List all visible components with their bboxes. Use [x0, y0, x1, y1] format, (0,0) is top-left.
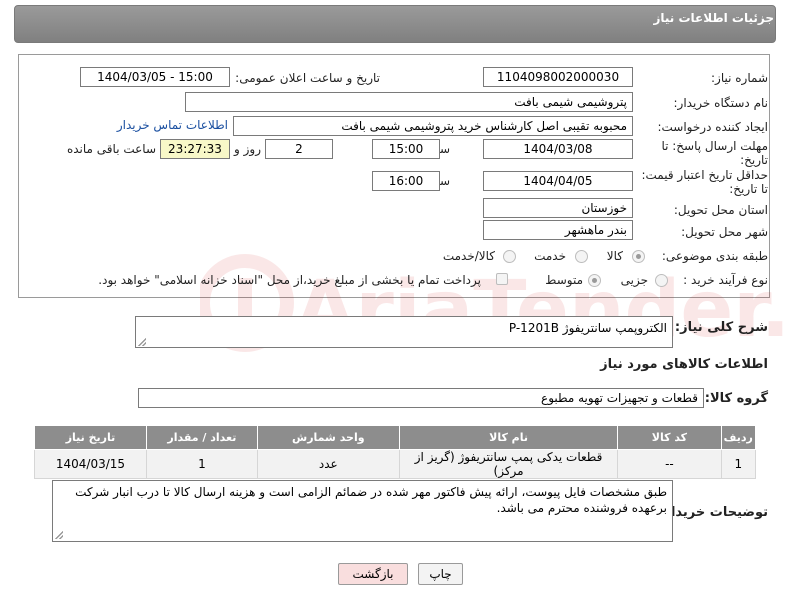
- goods-info-title: اطلاعات کالاهای مورد نیاز: [600, 357, 768, 372]
- creator-label: ایجاد کننده درخواست:: [657, 120, 768, 134]
- description-field: الکتروپمپ سانتریفوژ P-1201B: [135, 316, 673, 348]
- deadline-label-date: تاریخ:: [740, 153, 768, 167]
- col-name: نام کالا: [398, 425, 619, 450]
- process-medium-radio[interactable]: [588, 274, 601, 287]
- items-table: ردیف کد کالا نام کالا واحد شمارش تعداد /…: [34, 425, 757, 479]
- treasury-payment-checkbox[interactable]: [496, 273, 508, 285]
- category-goods-radio[interactable]: [632, 250, 645, 263]
- province-field: خوزستان: [483, 198, 633, 218]
- category-label: طبقه بندی موضوعی:: [661, 249, 768, 263]
- validity-time-field: 16:00: [372, 171, 440, 191]
- items-table-wrap: ردیف کد کالا نام کالا واحد شمارش تعداد /…: [34, 425, 757, 479]
- validity-label: حداقل تاریخ اعتبار قیمت:: [641, 168, 768, 182]
- col-date: تاریخ نیاز: [34, 425, 147, 450]
- page-title: جزئیات اطلاعات نیاز: [653, 11, 774, 25]
- validity-date-field: 1404/04/05: [483, 171, 633, 191]
- process-partial-radio[interactable]: [655, 274, 668, 287]
- print-button[interactable]: چاپ: [418, 563, 463, 585]
- category-service-radio[interactable]: [575, 250, 588, 263]
- resize-handle-icon[interactable]: [138, 338, 146, 346]
- remaining-time-label: ساعت باقی مانده: [66, 142, 156, 156]
- goods-group-field: قطعات و تجهیزات تهویه مطبوع: [138, 388, 704, 408]
- cell-unit: عدد: [256, 449, 400, 479]
- remaining-time-field: 23:27:33: [160, 139, 230, 159]
- table-row: 1 -- قطعات یدکی پمپ سانتریفوژ (گریز از م…: [34, 449, 757, 479]
- description-label: شرح کلی نیاز:: [674, 320, 768, 335]
- need-number-field: 1104098002000030: [483, 67, 633, 87]
- days-remaining-field: 2: [265, 139, 333, 159]
- cell-date: 1404/03/15: [34, 449, 147, 479]
- province-label: استان محل تحویل:: [673, 203, 768, 217]
- buyer-notes-text: طبق مشخصات فایل پیوست، ارائه پیش فاکتور …: [75, 485, 667, 515]
- announce-field: 1404/03/05 - 15:00: [80, 67, 230, 87]
- city-field: بندر ماهشهر: [483, 220, 633, 240]
- buyer-contact-link[interactable]: اطلاعات تماس خریدار: [117, 118, 228, 132]
- resize-handle-icon[interactable]: [55, 531, 63, 539]
- col-code: کد کالا: [617, 425, 722, 450]
- col-row: ردیف: [720, 425, 757, 450]
- description-text: الکتروپمپ سانتریفوژ P-1201B: [508, 321, 667, 335]
- days-label: روز و: [234, 142, 261, 156]
- city-label: شهر محل تحویل:: [681, 225, 768, 239]
- buyer-org-field: پتروشیمی شیمی بافت: [185, 92, 633, 112]
- buyer-org-label: نام دستگاه خریدار:: [673, 96, 769, 110]
- col-unit: واحد شمارش: [256, 425, 400, 450]
- deadline-date-field: 1404/03/08: [483, 139, 633, 159]
- need-number-label: شماره نیاز:: [711, 71, 768, 85]
- process-label: نوع فرآیند خرید :: [683, 273, 768, 287]
- category-service-label: خدمت: [534, 249, 566, 263]
- treasury-payment-note: پرداخت تمام یا بخشی از مبلغ خرید،از محل …: [98, 273, 481, 287]
- buyer-notes-label: توضیحات خریدار:: [658, 505, 768, 520]
- category-goods-service-radio[interactable]: [503, 250, 516, 263]
- deadline-time-field: 15:00: [372, 139, 440, 159]
- process-medium-label: متوسط: [545, 273, 583, 287]
- category-goods-service-label: کالا/خدمت: [442, 249, 495, 263]
- goods-group-label: گروه کالا:: [704, 391, 768, 406]
- cell-name: قطعات یدکی پمپ سانتریفوژ (گریز از مرکز): [398, 449, 619, 479]
- creator-field: محبوبه تقیبی اصل کارشناس خرید پتروشیمی ش…: [233, 116, 633, 136]
- process-partial-label: جزیی: [620, 273, 648, 287]
- announce-label: تاریخ و ساعت اعلان عمومی:: [235, 71, 380, 85]
- cell-code: --: [617, 449, 722, 479]
- buyer-notes-field: طبق مشخصات فایل پیوست، ارائه پیش فاکتور …: [52, 480, 673, 542]
- back-button[interactable]: بازگشت: [338, 563, 408, 585]
- cell-row: 1: [720, 449, 757, 479]
- cell-qty: 1: [145, 449, 258, 479]
- items-table-header: ردیف کد کالا نام کالا واحد شمارش تعداد /…: [34, 425, 757, 450]
- col-qty: تعداد / مقدار: [145, 425, 258, 450]
- validity-label-date: تا تاریخ:: [729, 182, 768, 196]
- deadline-label: مهلت ارسال پاسخ: تا: [661, 139, 768, 153]
- category-goods-label: کالا: [606, 249, 623, 263]
